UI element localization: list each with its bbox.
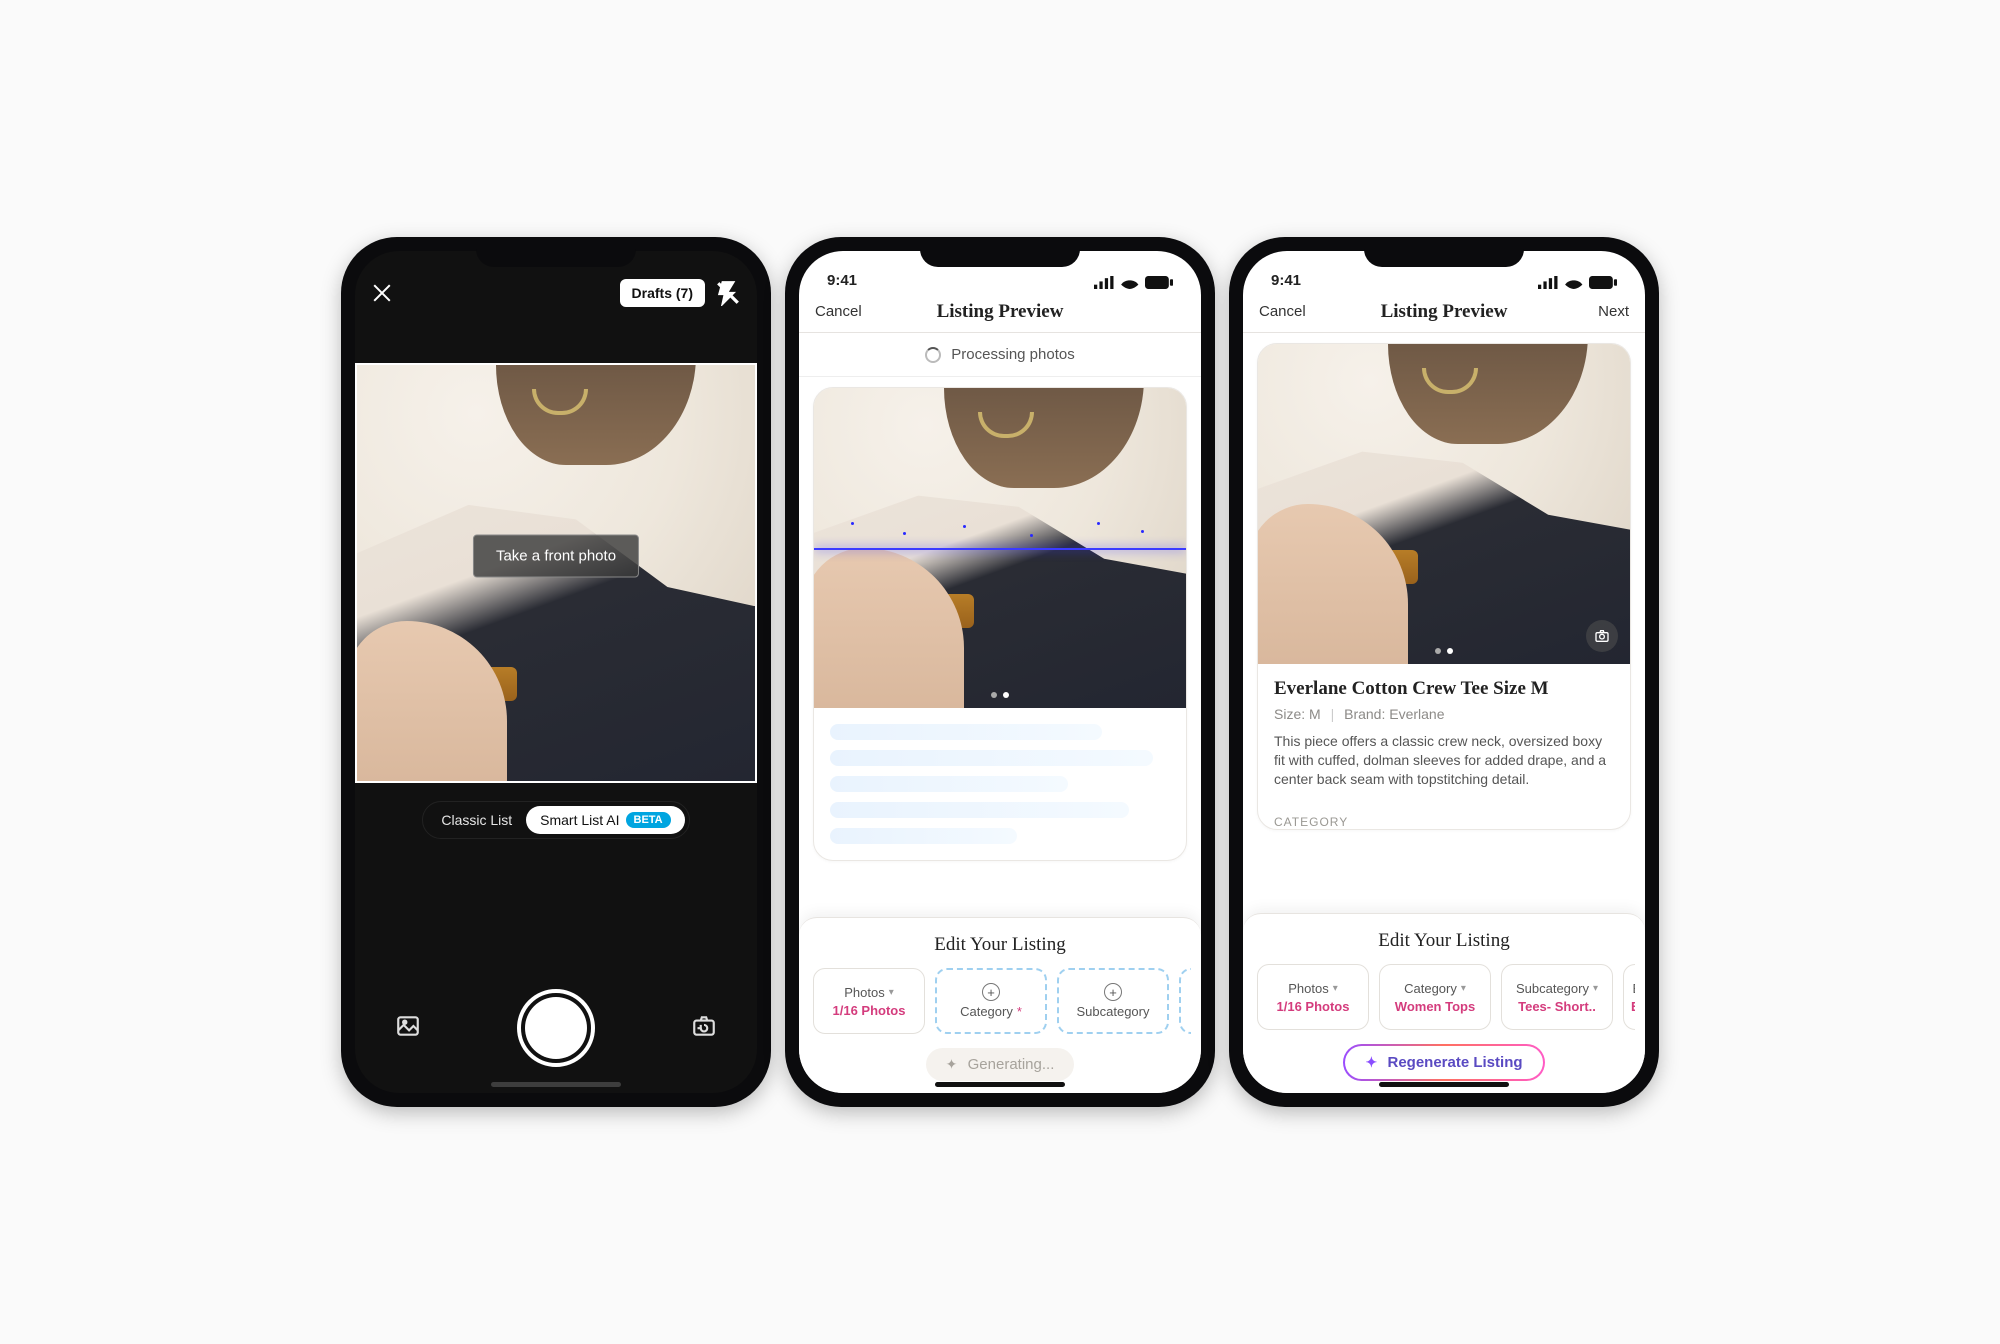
processing-row: Processing photos	[799, 333, 1201, 377]
generating-button: Generating...	[926, 1048, 1075, 1081]
chip-category[interactable]: + Category*	[935, 968, 1047, 1034]
home-indicator	[935, 1082, 1065, 1087]
chip-subcategory[interactable]: + Subcategory	[1057, 968, 1169, 1034]
sparkle-icon	[946, 1058, 960, 1072]
phone-frame-2: 9:41 Cancel Listing Preview Processing p…	[785, 237, 1215, 1107]
mode-classic[interactable]: Classic List	[427, 806, 526, 834]
status-icons	[1094, 276, 1173, 289]
cancel-button[interactable]: Cancel	[1259, 303, 1319, 320]
instruction-overlay: Take a front photo	[473, 535, 639, 578]
chip-category[interactable]: Category▾ Women Tops	[1379, 964, 1491, 1030]
device-notch	[920, 237, 1080, 267]
page-title: Listing Preview	[937, 301, 1064, 323]
chip-subcategory[interactable]: Subcategory▾ Tees- Short..	[1501, 964, 1613, 1030]
processing-label: Processing photos	[951, 346, 1074, 363]
photos-count: 1/16 Photos	[1277, 999, 1350, 1014]
drafts-button[interactable]: Drafts (7)	[620, 279, 705, 307]
mode-smart-label: Smart List AI	[540, 812, 619, 828]
edit-listing-sheet: Edit Your Listing Photos▾ 1/16 Photos + …	[799, 917, 1201, 1093]
listing-preview-processing-screen: 9:41 Cancel Listing Preview Processing p…	[799, 251, 1201, 1093]
sheet-title: Edit Your Listing	[1253, 930, 1635, 952]
home-indicator	[491, 1082, 621, 1087]
close-icon[interactable]	[371, 282, 393, 304]
flip-camera-icon[interactable]	[691, 1013, 717, 1044]
phone-frame-1: Drafts (7) Take a front photo	[341, 237, 771, 1107]
category-value: Women Tops	[1395, 999, 1475, 1014]
status-time: 9:41	[827, 272, 857, 289]
beta-badge: BETA	[626, 812, 671, 828]
listing-title: Everlane Cotton Crew Tee Size M	[1274, 678, 1614, 700]
signal-icon	[1538, 276, 1560, 289]
chevron-down-icon: ▾	[889, 987, 894, 998]
chip-brand-partial[interactable]: Br Ev	[1623, 964, 1635, 1030]
loading-skeleton	[814, 708, 1186, 860]
photo-pagination-dots	[1435, 648, 1453, 654]
chevron-down-icon: ▾	[1461, 983, 1466, 994]
add-icon: +	[1104, 983, 1122, 1001]
status-icons	[1538, 276, 1617, 289]
subcategory-value: Tees- Short..	[1518, 999, 1596, 1014]
retake-photo-icon[interactable]	[1586, 620, 1618, 652]
listing-meta: Size: M | Brand: Everlane	[1274, 706, 1614, 722]
sparkle-icon	[1365, 1056, 1379, 1070]
chevron-down-icon: ▾	[1593, 983, 1598, 994]
device-notch	[476, 237, 636, 267]
photo-pagination-dots	[991, 692, 1009, 698]
signal-icon	[1094, 276, 1116, 289]
regenerate-listing-button[interactable]: Regenerate Listing	[1343, 1044, 1544, 1081]
listing-card: Everlane Cotton Crew Tee Size M Size: M …	[1257, 343, 1631, 830]
edit-listing-sheet: Edit Your Listing Photos▾ 1/16 Photos Ca…	[1243, 913, 1645, 1093]
chip-photos[interactable]: Photos▾ 1/16 Photos	[1257, 964, 1369, 1030]
shutter-button[interactable]	[517, 989, 595, 1067]
scan-line	[814, 548, 1186, 550]
device-notch	[1364, 237, 1524, 267]
wifi-icon	[1564, 276, 1584, 289]
status-time: 9:41	[1271, 272, 1301, 289]
listing-preview-ready-screen: 9:41 Cancel Listing Preview Next	[1243, 251, 1645, 1093]
wifi-icon	[1120, 276, 1140, 289]
mode-smart-ai[interactable]: Smart List AI BETA	[526, 806, 685, 834]
phone-frame-3: 9:41 Cancel Listing Preview Next	[1229, 237, 1659, 1107]
sheet-title: Edit Your Listing	[809, 934, 1191, 956]
battery-icon	[1145, 276, 1173, 289]
chevron-down-icon: ▾	[1333, 983, 1338, 994]
chip-overflow[interactable]: B	[1179, 968, 1191, 1034]
category-heading: CATEGORY	[1274, 815, 1614, 829]
camera-viewfinder: Take a front photo	[355, 363, 757, 783]
camera-screen: Drafts (7) Take a front photo	[355, 251, 757, 1093]
gallery-icon[interactable]	[395, 1013, 421, 1044]
photos-count: 1/16 Photos	[833, 1003, 906, 1018]
home-indicator	[1379, 1082, 1509, 1087]
page-title: Listing Preview	[1381, 301, 1508, 323]
mode-toggle: Classic List Smart List AI BETA	[355, 801, 757, 839]
battery-icon	[1589, 276, 1617, 289]
flash-off-icon[interactable]	[715, 280, 741, 306]
listing-photo[interactable]	[814, 388, 1186, 708]
spinner-icon	[925, 347, 941, 363]
next-button[interactable]: Next	[1569, 303, 1629, 320]
cancel-button[interactable]: Cancel	[815, 303, 875, 320]
listing-description: This piece offers a classic crew neck, o…	[1274, 732, 1614, 789]
chip-photos[interactable]: Photos▾ 1/16 Photos	[813, 968, 925, 1034]
add-icon: +	[982, 983, 1000, 1001]
listing-card	[813, 387, 1187, 861]
listing-photo[interactable]	[1258, 344, 1630, 664]
